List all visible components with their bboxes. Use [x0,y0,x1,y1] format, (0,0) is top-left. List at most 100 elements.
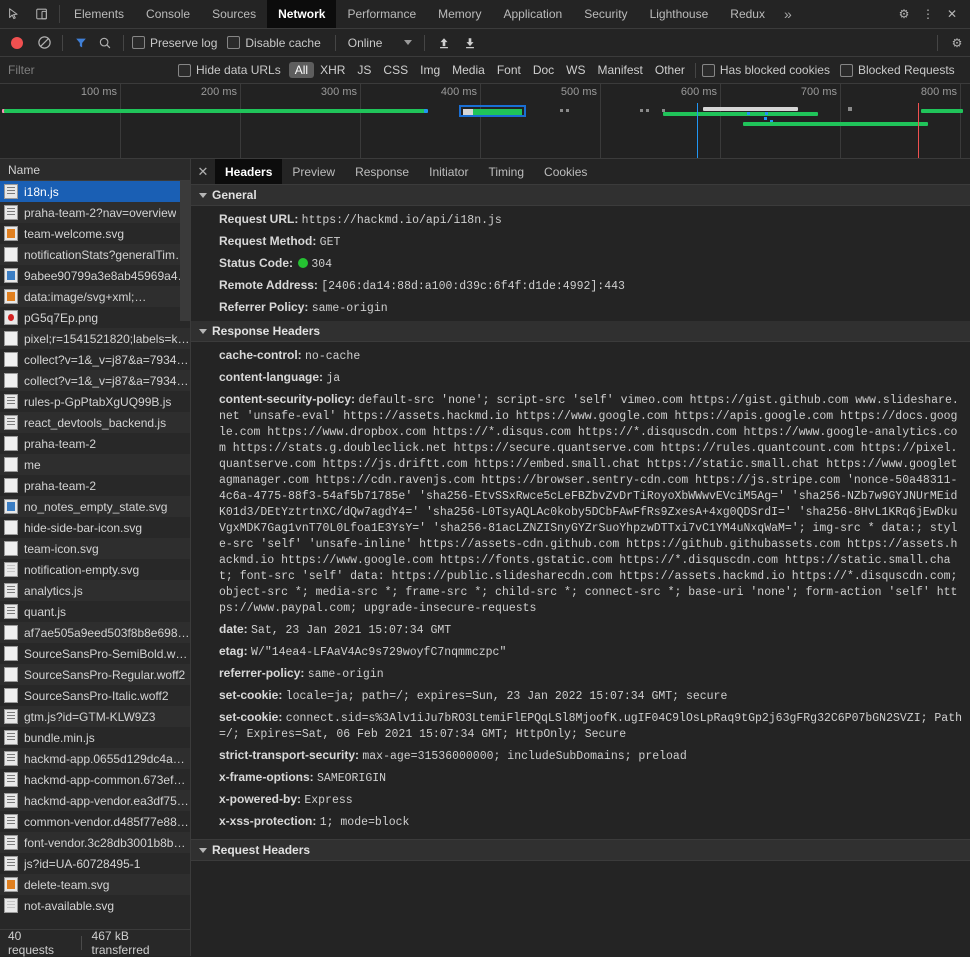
headers-content[interactable]: General Request URL: https://hackmd.io/a… [191,185,970,956]
filter-type-other[interactable]: Other [649,62,691,78]
request-row[interactable]: i18n.js [0,181,190,202]
request-row[interactable]: praha-team-2 [0,475,190,496]
request-row[interactable]: bundle.min.js [0,727,190,748]
filter-type-manifest[interactable]: Manifest [592,62,649,78]
request-row[interactable]: praha-team-2 [0,433,190,454]
tab-elements[interactable]: Elements [63,0,135,28]
request-list-column-header[interactable]: Name [0,159,190,181]
filter-type-media[interactable]: Media [446,62,491,78]
request-row[interactable]: gtm.js?id=GTM-KLW9Z3 [0,706,190,727]
more-tabs-icon[interactable]: » [776,0,800,28]
has-blocked-cookies-checkbox[interactable]: Has blocked cookies [701,63,830,77]
network-settings-gear-icon[interactable]: ⚙ [944,36,970,50]
tab-cookies[interactable]: Cookies [534,159,597,184]
request-row[interactable]: analytics.js [0,580,190,601]
gear-icon[interactable]: ⚙ [892,0,916,28]
request-row[interactable]: notificationStats?generalTim… [0,244,190,265]
request-row[interactable]: team-icon.svg [0,538,190,559]
request-row[interactable]: js?id=UA-60728495-1 [0,853,190,874]
filter-type-ws[interactable]: WS [560,62,591,78]
tab-timing[interactable]: Timing [478,159,534,184]
request-row[interactable]: 9abee90799a3e8ab45969a4… [0,265,190,286]
tab-redux[interactable]: Redux [719,0,776,28]
filter-type-doc[interactable]: Doc [527,62,560,78]
request-row[interactable]: delete-team.svg [0,874,190,895]
network-overview-timeline[interactable]: 100 ms 200 ms 300 ms 400 ms 500 ms 600 m… [0,84,970,159]
tab-headers[interactable]: Headers [215,159,283,184]
import-har-icon[interactable] [431,31,457,55]
tab-preview[interactable]: Preview [282,159,345,184]
file-type-icon [4,709,18,724]
tab-initiator[interactable]: Initiator [419,159,478,184]
request-headers-title: Request Headers [212,843,311,857]
filter-type-css[interactable]: CSS [377,62,414,78]
request-row[interactable]: hackmd-app-common.673ef… [0,769,190,790]
tab-performance[interactable]: Performance [336,0,427,28]
request-row[interactable]: praha-team-2?nav=overview [0,202,190,223]
tab-console[interactable]: Console [135,0,201,28]
response-headers-section-header[interactable]: Response Headers [191,321,970,342]
tab-sources[interactable]: Sources [201,0,267,28]
request-row[interactable]: common-vendor.d485f77e88… [0,811,190,832]
tab-network[interactable]: Network [267,0,337,28]
request-row[interactable]: quant.js [0,601,190,622]
overview-selection[interactable] [459,105,526,117]
tab-lighthouse[interactable]: Lighthouse [639,0,720,28]
request-row[interactable]: team-welcome.svg [0,223,190,244]
overview-tick-300ms: 300 ms [321,84,361,158]
general-section-header[interactable]: General [191,185,970,206]
inspect-element-icon[interactable] [0,0,28,28]
request-row[interactable]: react_devtools_backend.js [0,412,190,433]
throttling-select[interactable]: Online [342,36,419,50]
request-row[interactable]: rules-p-GpPtabXgUQ99B.js [0,391,190,412]
request-row[interactable]: collect?v=1&_v=j87&a=7934… [0,349,190,370]
request-row[interactable]: collect?v=1&_v=j87&a=7934… [0,370,190,391]
filter-type-font[interactable]: Font [491,62,527,78]
request-row[interactable]: hackmd-app-vendor.ea3df75… [0,790,190,811]
request-row[interactable]: data:image/svg+xml;… [0,286,190,307]
request-row[interactable]: pixel;r=1541521820;labels=k… [0,328,190,349]
disable-cache-checkbox[interactable]: Disable cache [227,36,321,50]
request-row[interactable]: af7ae505a9eed503f8b8e698… [0,622,190,643]
search-icon[interactable] [93,31,117,55]
more-options-icon[interactable]: ⋮ [916,0,940,28]
tab-memory[interactable]: Memory [427,0,492,28]
request-list-scroll[interactable]: i18n.js praha-team-2?nav=overview team-wel… [0,181,190,929]
request-row[interactable]: hackmd-app.0655d129dc4a… [0,748,190,769]
blocked-requests-checkbox[interactable]: Blocked Requests [839,63,955,77]
request-row[interactable]: hide-side-bar-icon.svg [0,517,190,538]
toolbar-divider-5 [937,34,938,51]
filter-type-all[interactable]: All [288,62,315,78]
tab-response[interactable]: Response [345,159,419,184]
filter-type-js[interactable]: JS [351,62,377,78]
tab-security[interactable]: Security [573,0,638,28]
request-list-scrollbar[interactable] [180,181,190,321]
detail-tab-bar: ✕ Headers Preview Response Initiator Tim… [191,159,970,185]
device-toolbar-icon[interactable] [28,0,56,28]
request-headers-section-header[interactable]: Request Headers [191,840,970,861]
request-row[interactable]: SourceSansPro-Regular.woff2 [0,664,190,685]
request-row[interactable]: me [0,454,190,475]
request-row[interactable]: notification-empty.svg [0,559,190,580]
request-row[interactable]: no_notes_empty_state.svg [0,496,190,517]
chevron-down-icon [199,328,207,334]
record-button[interactable] [11,36,23,49]
filter-input[interactable]: Filter [0,63,176,77]
request-row[interactable]: SourceSansPro-SemiBold.w… [0,643,190,664]
close-icon[interactable]: ✕ [191,159,215,184]
export-har-icon[interactable] [457,31,483,55]
filter-type-img[interactable]: Img [414,62,446,78]
clear-button[interactable] [32,31,56,55]
filter-type-xhr[interactable]: XHR [314,62,351,78]
request-row[interactable]: pG5q7Ep.png [0,307,190,328]
header-name: Remote Address: [219,278,322,292]
preserve-log-checkbox[interactable]: Preserve log [132,36,217,50]
close-icon[interactable]: ✕ [940,0,964,28]
hide-data-urls-checkbox[interactable]: Hide data URLs [178,63,281,77]
request-row[interactable]: SourceSansPro-Italic.woff2 [0,685,190,706]
filter-funnel-icon[interactable] [69,31,93,55]
request-row[interactable]: not-available.svg [0,895,190,916]
tab-application[interactable]: Application [492,0,573,28]
request-row[interactable]: font-vendor.3c28db3001b8b… [0,832,190,853]
blocked-requests-label: Blocked Requests [857,63,955,77]
